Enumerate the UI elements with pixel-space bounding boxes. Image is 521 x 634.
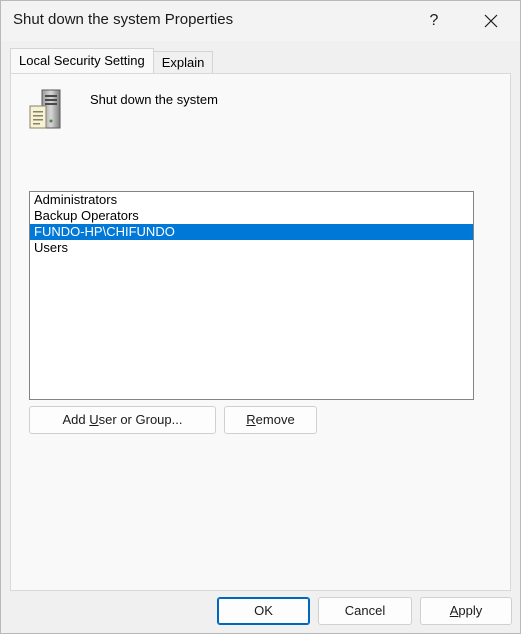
properties-dialog: Shut down the system Properties ? Local … [0, 0, 521, 634]
list-item-users[interactable]: Users [30, 240, 473, 256]
remove-button-label-post: emove [255, 412, 295, 427]
close-icon [484, 14, 498, 28]
close-button[interactable] [468, 1, 514, 41]
ok-button[interactable]: OK [217, 597, 310, 625]
help-button[interactable]: ? [411, 1, 457, 41]
list-item-backup-operators[interactable]: Backup Operators [30, 208, 473, 224]
apply-button-label-post: pply [458, 603, 483, 618]
users-listbox[interactable]: Administrators Backup Operators FUNDO-HP… [29, 191, 474, 400]
add-button-label-post: ser or Group... [98, 412, 183, 427]
tab-explain[interactable]: Explain [152, 51, 214, 73]
apply-button[interactable]: Apply [420, 597, 512, 625]
add-button-accel: U [89, 412, 99, 427]
remove-button-accel: R [246, 412, 256, 427]
cancel-button[interactable]: Cancel [318, 597, 412, 625]
dialog-footer: OK Cancel Apply [1, 591, 520, 633]
tab-strip: Local Security Setting Explain [10, 48, 214, 73]
tab-local-security-setting[interactable]: Local Security Setting [10, 48, 154, 73]
add-button-label-pre: Add [62, 412, 90, 427]
policy-name: Shut down the system [90, 92, 218, 107]
server-icon [29, 89, 61, 129]
tab-panel: Shut down the system Administrators Back… [10, 73, 511, 591]
remove-button[interactable]: Remove [224, 406, 317, 434]
list-item-administrators[interactable]: Administrators [30, 192, 473, 208]
list-item-fundo-hp-chifundo[interactable]: FUNDO-HP\CHIFUNDO [30, 224, 473, 240]
help-icon: ? [429, 12, 439, 29]
window-title: Shut down the system Properties [13, 11, 234, 28]
add-user-or-group-button[interactable]: Add User or Group... [29, 406, 216, 434]
title-bar[interactable]: Shut down the system Properties ? [1, 1, 520, 41]
